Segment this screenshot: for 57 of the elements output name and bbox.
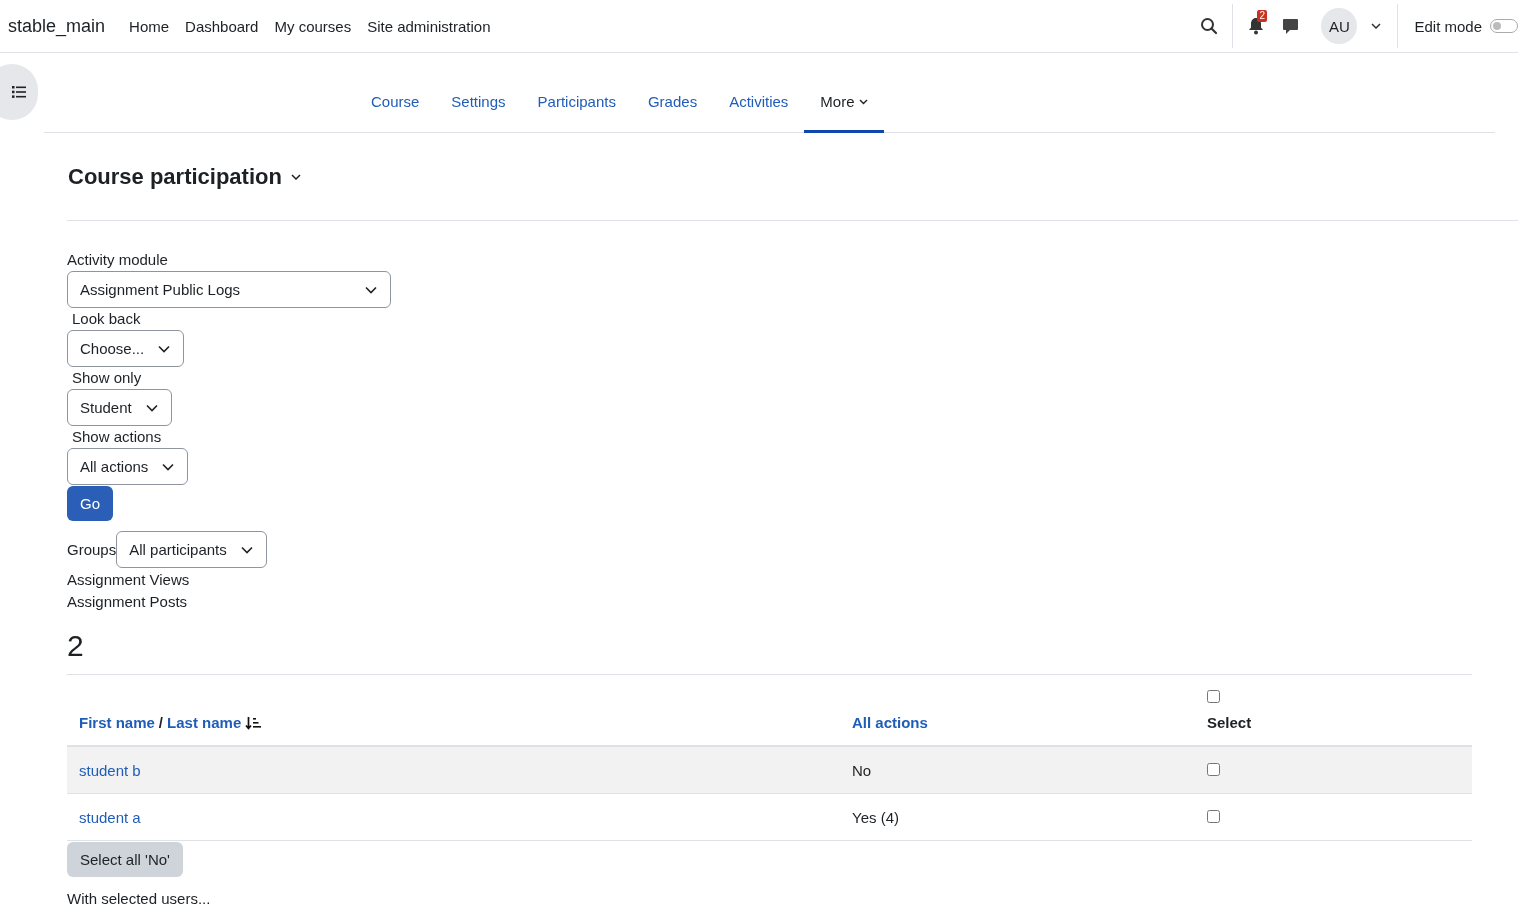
site-name[interactable]: stable_main — [8, 15, 106, 37]
caret-icon[interactable] — [1371, 23, 1382, 29]
course-tab[interactable]: Activities — [713, 73, 805, 133]
select-field[interactable]: Choose... — [67, 330, 185, 367]
nav-link[interactable]: My courses — [274, 17, 352, 35]
course-tab[interactable]: Course — [355, 73, 436, 133]
notification-count: 2 — [1257, 10, 1267, 22]
chat-icon[interactable] — [1282, 17, 1300, 35]
row-checkbox[interactable] — [1207, 762, 1220, 776]
chevron-icon — [162, 462, 175, 471]
course-tab[interactable]: Grades — [631, 73, 714, 133]
field-label: Activity module — [67, 250, 168, 270]
select-field[interactable]: Assignment Public Logs — [67, 271, 391, 308]
select-field[interactable]: All participants — [116, 531, 267, 568]
bell-icon[interactable] — [1248, 17, 1265, 35]
result-count: 2 — [67, 628, 85, 664]
course-tab[interactable]: Settings — [435, 73, 522, 133]
course-tab[interactable]: More — [804, 73, 884, 133]
field-label: Show actions — [71, 427, 162, 447]
info-text: Assignment Posts — [67, 592, 188, 612]
page-title: Course participation — [68, 163, 282, 190]
row-checkbox[interactable] — [1207, 809, 1220, 823]
nav-link[interactable]: Home — [129, 17, 170, 35]
select-field[interactable]: All actions — [67, 448, 189, 485]
chevron-icon — [365, 285, 377, 294]
sort-icon — [245, 715, 263, 730]
nav-link[interactable]: Site administration — [367, 17, 491, 35]
caret-icon — [858, 98, 868, 105]
search-icon[interactable] — [1200, 17, 1219, 35]
field-label: Show only — [71, 368, 142, 388]
chevron-icon — [158, 344, 171, 353]
user-avatar[interactable]: AU — [1321, 8, 1358, 44]
field-label: Groups — [67, 541, 117, 558]
column-header-link[interactable]: All actions — [852, 714, 928, 731]
select-all-checkbox[interactable] — [1207, 690, 1220, 703]
nav-link[interactable]: Dashboard — [185, 17, 259, 35]
table-cell: No — [852, 761, 872, 779]
sort-link[interactable]: Last name — [167, 714, 242, 731]
table-cell: Yes (4) — [852, 808, 899, 826]
info-text: Assignment Views — [67, 570, 190, 590]
chevron-icon — [240, 545, 253, 554]
drawer-toggle-button[interactable] — [0, 64, 38, 120]
user-link[interactable]: student a — [79, 808, 141, 826]
field-label: Look back — [71, 309, 141, 329]
go-button[interactable]: Go — [67, 486, 113, 521]
sort-link[interactable]: First name — [79, 714, 155, 731]
separator-text: / — [158, 714, 164, 731]
course-tab[interactable]: Participants — [521, 73, 632, 133]
list-icon — [12, 86, 26, 98]
with-selected-label: With selected users... — [67, 889, 212, 909]
edit-mode-label: Edit mode — [1414, 17, 1482, 35]
user-link[interactable]: student b — [79, 761, 141, 779]
column-header: Select — [1207, 714, 1253, 731]
caret-icon[interactable] — [290, 173, 301, 180]
chevron-icon — [145, 403, 158, 412]
select-all-no-button[interactable]: Select all 'No' — [67, 842, 183, 877]
select-field[interactable]: Student — [67, 389, 172, 426]
